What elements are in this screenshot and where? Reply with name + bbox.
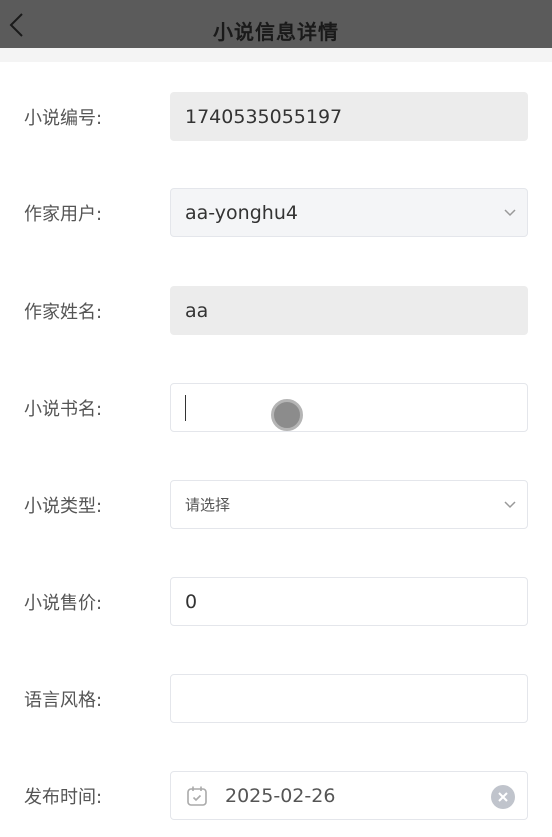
book-name-input[interactable] [170,383,528,432]
language-style-label: 语言风格: [24,690,103,711]
publish-time-picker[interactable]: 2025-02-26 [170,771,528,820]
author-user-value: aa-yonghu4 [185,201,298,224]
form-row-author-user: 作家用户: aa-yonghu4 [0,188,552,238]
top-navigation-bar: 小说信息详情 [0,0,552,48]
calendar-icon [187,786,207,806]
author-user-label: 作家用户: [24,204,103,225]
language-style-input[interactable] [170,674,528,723]
publish-time-value: 2025-02-26 [225,784,336,807]
author-name-value: aa [185,299,209,322]
form-row-novel-id: 小说编号: 1740535055197 [0,92,552,142]
novel-id-label: 小说编号: [24,108,103,129]
text-cursor [185,394,186,421]
chevron-down-icon [504,501,516,509]
form-row-price: 小说售价: 0 [0,577,552,627]
publish-time-label: 发布时间: [24,787,103,808]
price-input[interactable]: 0 [170,577,528,626]
novel-type-placeholder: 请选择 [185,496,231,514]
chevron-down-icon [504,209,516,217]
author-name-field: aa [170,286,528,335]
form-row-author-name: 作家姓名: aa [0,286,552,336]
author-name-label: 作家姓名: [24,302,103,323]
book-name-label: 小说书名: [24,399,103,420]
clear-circle-icon[interactable] [491,785,515,809]
header-divider-strip [0,48,552,62]
price-value: 0 [185,590,198,613]
page-title: 小说信息详情 [213,20,339,44]
form-row-language-style: 语言风格: [0,674,552,724]
form-row-publish-time: 发布时间: 2025-02-26 [0,771,552,821]
author-user-select[interactable]: aa-yonghu4 [170,188,528,237]
touch-indicator [271,399,303,431]
form-row-novel-type: 小说类型: 请选择 [0,480,552,530]
novel-id-field: 1740535055197 [170,92,528,141]
price-label: 小说售价: [24,593,103,614]
novel-type-label: 小说类型: [24,496,103,517]
novel-type-select[interactable]: 请选择 [170,480,528,529]
novel-id-value: 1740535055197 [185,105,343,128]
